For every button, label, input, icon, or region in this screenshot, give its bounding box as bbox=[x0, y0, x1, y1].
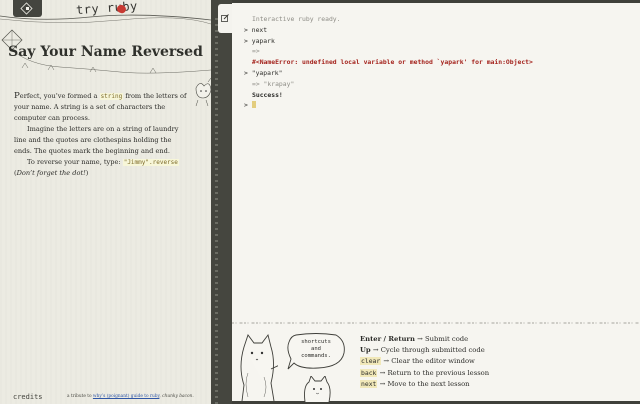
tribute-em: chunky bacon bbox=[162, 394, 193, 399]
p1-part-a: erfect, you’ve formed a bbox=[19, 92, 100, 100]
menu-dot bbox=[26, 7, 29, 10]
lesson-title: Say Your Name Reversed bbox=[8, 44, 203, 60]
small-cat-illustration bbox=[304, 376, 331, 402]
prompt: > bbox=[244, 68, 248, 77]
p3-part-a: To reverse your name, type: bbox=[27, 158, 123, 166]
shortcut-desc: Return to the previous lesson bbox=[387, 368, 490, 377]
console-line: > next bbox=[244, 25, 533, 36]
input-echo: yapark bbox=[251, 36, 275, 45]
tribute-text: a tribute to why’s (poignant) guide to r… bbox=[67, 394, 194, 399]
menu-button[interactable] bbox=[13, 0, 42, 17]
p3-hint: Don’t forget the dot! bbox=[16, 169, 86, 177]
console-output: Interactive ruby ready. > next > yapark … bbox=[244, 14, 533, 111]
shortcut-enter: Enter / Return → Submit code bbox=[360, 334, 489, 345]
bubble-line-2: and bbox=[311, 346, 321, 353]
lesson-paragraph-3: To reverse your name, type: "Jimmy".reve… bbox=[14, 157, 190, 179]
shortcut-back: back → Return to the previous lesson bbox=[360, 368, 489, 379]
dashed-separator bbox=[232, 322, 640, 324]
prompt: > bbox=[244, 101, 248, 110]
shortcut-clear: clear → Clear the editor window bbox=[360, 356, 489, 367]
shortcut-next: next → Move to the next lesson bbox=[360, 379, 489, 390]
command-next[interactable]: next bbox=[360, 379, 378, 388]
cat-illustration bbox=[240, 333, 278, 401]
console-line: > yapark bbox=[244, 36, 533, 47]
prompt: > bbox=[244, 36, 248, 45]
shortcut-key: Enter / Return bbox=[360, 335, 415, 343]
input-echo: "yapark" bbox=[251, 68, 283, 77]
arrow: → bbox=[379, 379, 386, 388]
shortcut-desc: Move to the next lesson bbox=[387, 379, 470, 388]
bubble-line-1: shortcuts bbox=[301, 339, 331, 345]
console-input-line[interactable]: > bbox=[244, 100, 533, 111]
error-line: #<NameError: undefined local variable or… bbox=[252, 58, 533, 67]
code-reverse[interactable]: "Jimmy".reverse bbox=[122, 159, 179, 166]
p3-part-c: ) bbox=[85, 169, 89, 177]
divider-dots bbox=[215, 18, 218, 404]
lesson-paragraph-1: Perfect, you’ve formed a string from the… bbox=[14, 91, 190, 124]
lesson-footer: credits a tribute to why’s (poignant) gu… bbox=[0, 390, 211, 404]
shortcuts-list: Enter / Return → Submit code Up → Cycle … bbox=[360, 334, 489, 390]
tribute-link[interactable]: why’s (poignant) guide to ruby bbox=[93, 394, 159, 399]
lesson-paragraph-2: Imagine the letters are on a string of l… bbox=[14, 125, 179, 155]
lesson-panel: try ruby Say Your Name Reversed Perfect,… bbox=[0, 0, 211, 404]
credits-link[interactable]: credits bbox=[13, 393, 43, 401]
code-string: string bbox=[99, 93, 124, 100]
shortcut-desc: Submit code bbox=[425, 335, 469, 343]
edit-toggle-button[interactable] bbox=[218, 4, 233, 33]
success-line: Success! bbox=[252, 90, 283, 99]
command-back[interactable]: back bbox=[360, 368, 378, 377]
shortcut-desc: Clear the editor window bbox=[391, 357, 475, 366]
command-clear[interactable]: clear bbox=[360, 357, 382, 366]
shortcut-key: Up bbox=[360, 346, 371, 355]
tribute-c: . bbox=[192, 394, 194, 399]
bubble-text: shortcuts and commands. bbox=[292, 339, 340, 361]
shortcut-up: Up → Cycle through submitted code bbox=[360, 345, 489, 356]
arrow: → bbox=[383, 357, 390, 366]
result-line: => bbox=[252, 47, 260, 56]
input-echo: next bbox=[251, 25, 268, 34]
prompt: > bbox=[244, 25, 248, 34]
tribute-a: a tribute to bbox=[67, 394, 93, 399]
console-line: > "yapark" bbox=[244, 68, 533, 79]
shortcut-desc: Cycle through submitted code bbox=[380, 346, 485, 355]
result-line: => "krapay" bbox=[252, 79, 295, 88]
lesson-text: Perfect, you’ve formed a string from the… bbox=[14, 91, 190, 179]
text-cursor bbox=[251, 101, 256, 109]
panel-divider[interactable] bbox=[211, 0, 232, 404]
arrow: → bbox=[417, 335, 423, 343]
bubble-line-3: commands. bbox=[301, 353, 331, 360]
arrow: → bbox=[379, 368, 386, 377]
console-ready-line: Interactive ruby ready. bbox=[252, 15, 341, 23]
arrow: → bbox=[372, 346, 379, 355]
edit-icon bbox=[221, 14, 229, 22]
